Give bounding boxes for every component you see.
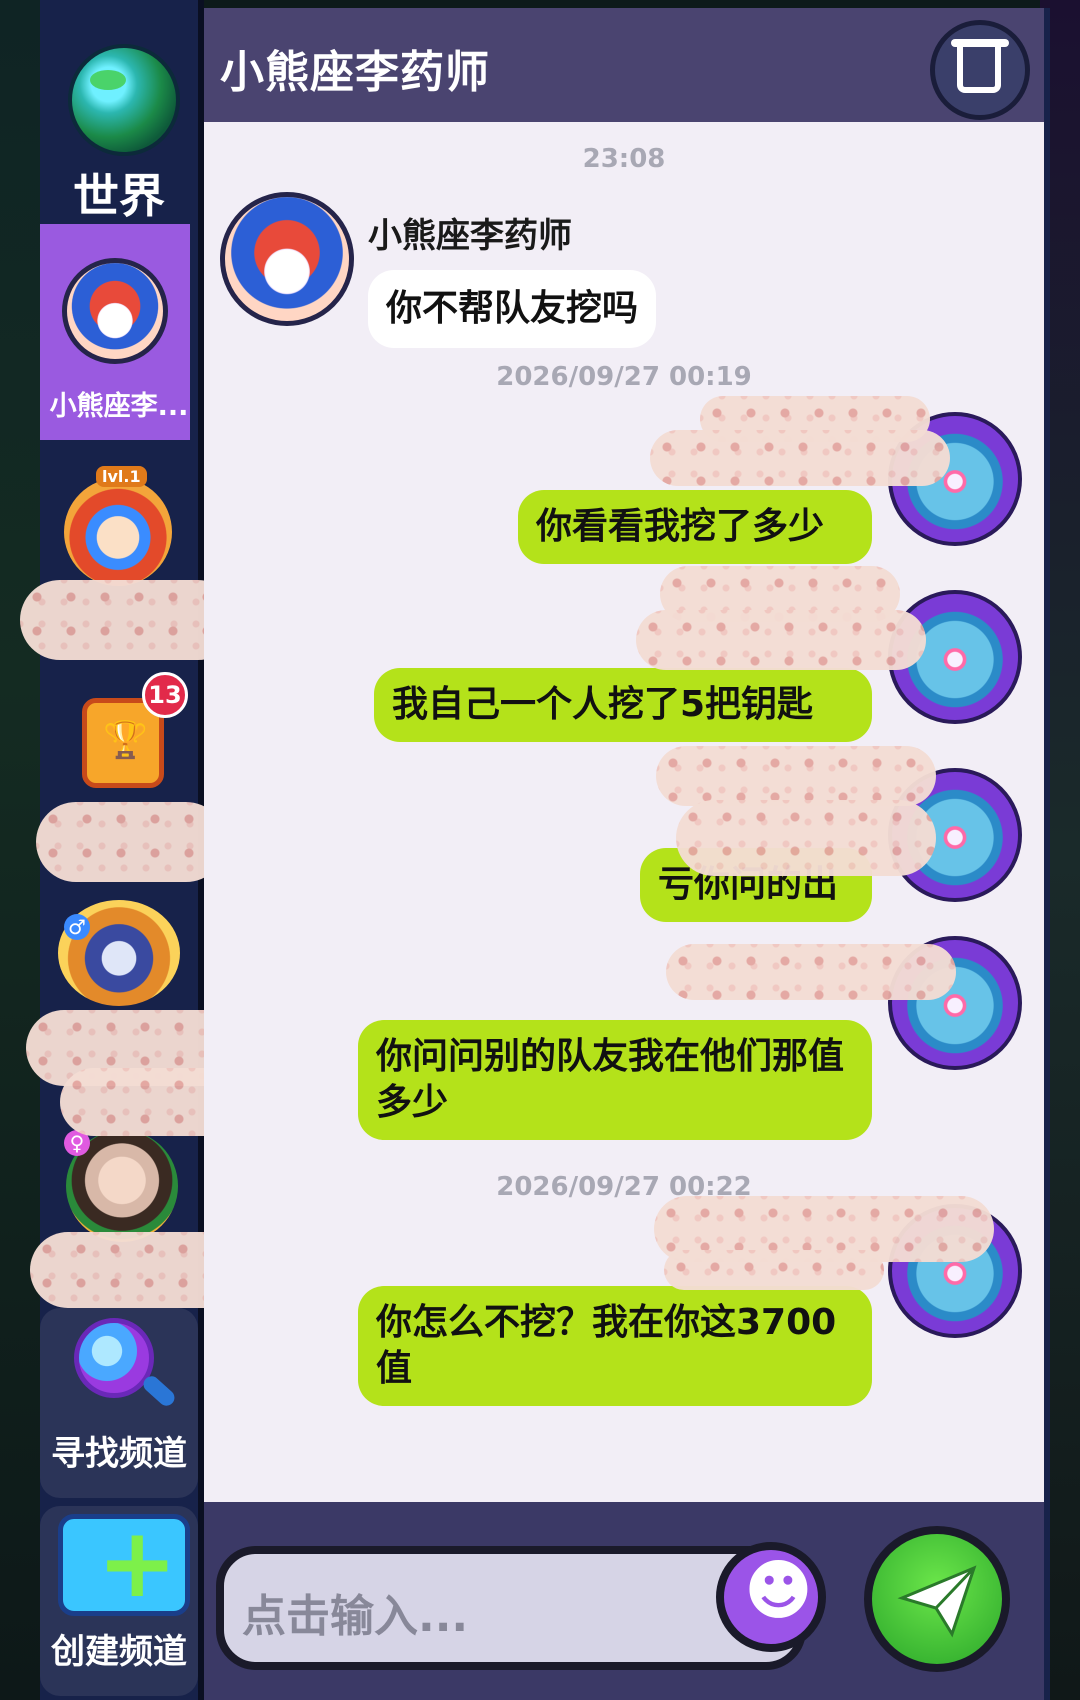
avatar[interactable]	[220, 192, 354, 326]
avatar	[62, 258, 168, 364]
button-label: 创建频道	[51, 1632, 187, 1672]
chat-title: 小熊座李药师	[220, 47, 490, 98]
redaction-mask	[664, 1250, 884, 1290]
emoji-icon[interactable]	[716, 1542, 826, 1652]
message-bubble: 你看看我挖了多少	[518, 490, 872, 564]
background-left	[0, 0, 40, 1700]
chat-header: 小熊座李药师	[204, 8, 1044, 122]
trash-body	[957, 43, 1001, 93]
redaction-mask	[36, 802, 226, 882]
level-badge: lvl.1	[96, 466, 147, 487]
redaction-mask	[650, 430, 950, 486]
notification-count-badge: 13	[142, 672, 188, 718]
input-placeholder: 点击输入...	[242, 1591, 469, 1642]
send-icon	[897, 1565, 977, 1638]
sender-name: 小熊座李药师	[368, 216, 572, 256]
search-icon	[74, 1318, 154, 1398]
message-bubble: 你怎么不挖？我在你这3700值	[358, 1286, 872, 1406]
timestamp: 23:08	[582, 144, 666, 174]
sidebar-item-label: 世界	[73, 169, 165, 223]
globe-icon	[68, 44, 180, 156]
sidebar-item-world[interactable]: 世界	[40, 0, 198, 223]
message-bubble: 你不帮队友挖吗	[368, 270, 657, 348]
redaction-mask	[636, 610, 926, 670]
plus-icon	[58, 1507, 190, 1619]
sidebar-item-label: 小熊座李...	[49, 391, 189, 422]
message-bubble: 我自己一个人挖了5把钥匙	[374, 668, 872, 742]
trash-icon[interactable]	[930, 20, 1030, 120]
redaction-mask	[666, 944, 956, 1000]
send-button[interactable]	[864, 1526, 1010, 1672]
chat-input-bar: 点击输入...	[204, 1502, 1044, 1700]
redaction-mask	[676, 800, 936, 876]
message-bubble: 你问问别的队友我在他们那值多少	[358, 1020, 872, 1140]
male-icon: ♂	[64, 914, 90, 940]
sidebar-item-active-chat[interactable]: 小熊座李...	[40, 224, 190, 440]
avatar	[64, 478, 172, 586]
timestamp: 2026/09/27 00:19	[496, 362, 752, 392]
button-label: 寻找频道	[51, 1434, 187, 1474]
redaction-mask	[656, 746, 936, 806]
